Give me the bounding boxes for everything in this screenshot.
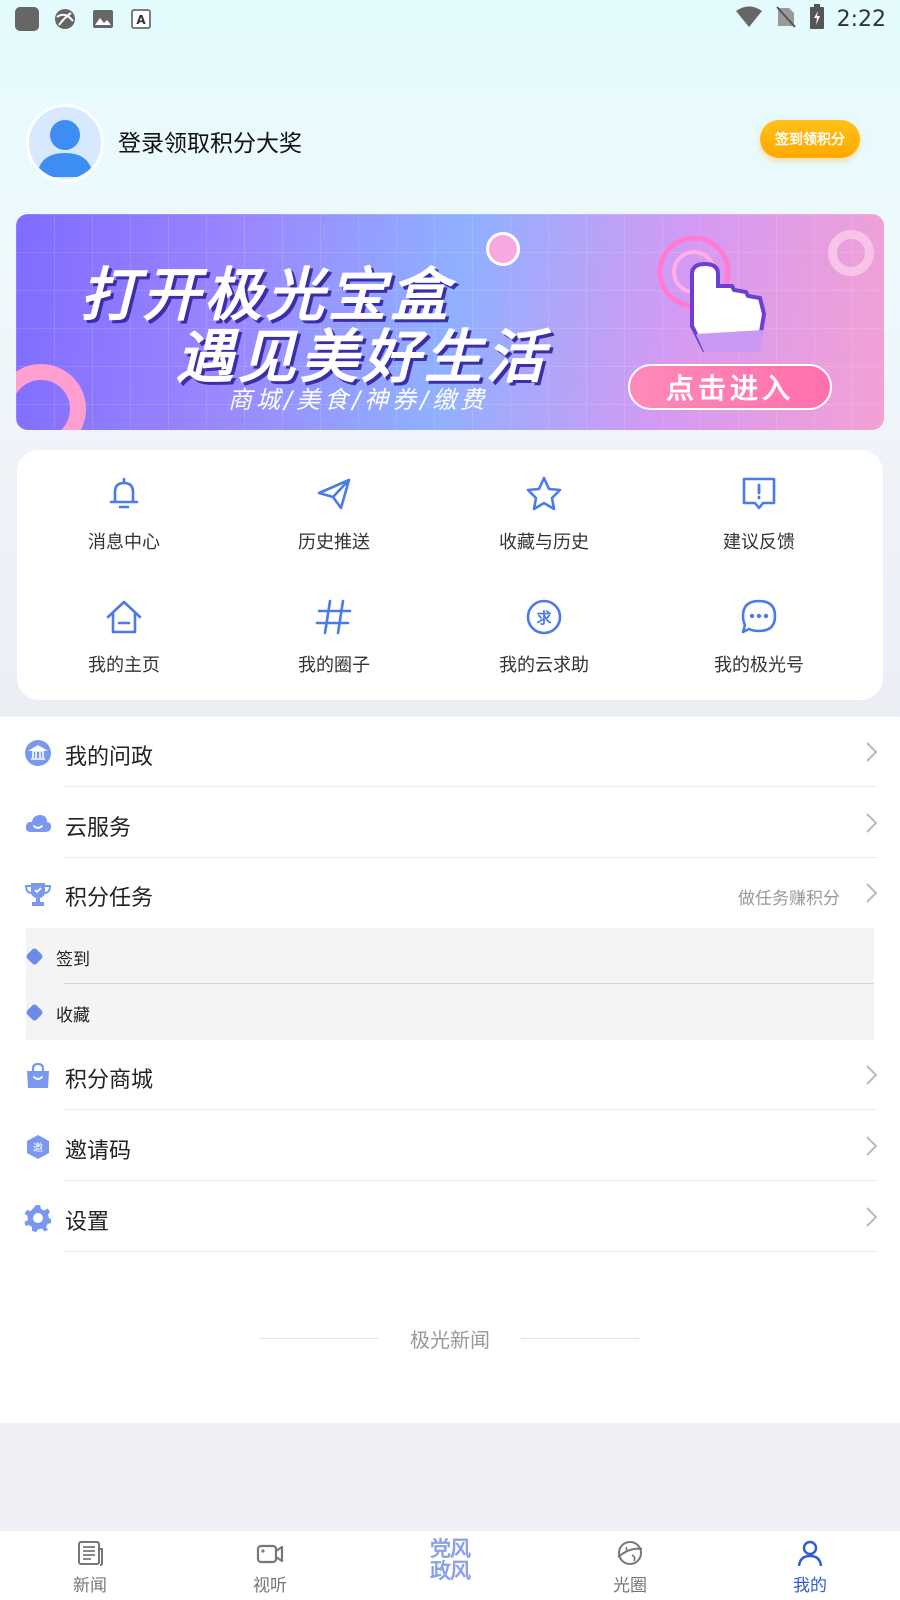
pointing-hand-icon	[657, 235, 767, 352]
cloud-icon	[25, 815, 52, 832]
image-icon	[90, 6, 116, 32]
chat-bubble-icon	[741, 599, 777, 634]
grid-item-favorites[interactable]: 收藏与历史	[444, 474, 644, 574]
grid-item-message-center[interactable]: 消息中心	[24, 474, 224, 574]
grid-item-label: 我的圈子	[298, 655, 370, 676]
bullet-icon	[25, 1003, 44, 1022]
video-icon	[256, 1544, 284, 1564]
chevron-right-icon	[866, 1207, 878, 1227]
hash-icon	[315, 599, 352, 635]
divider	[65, 1180, 878, 1181]
menu-item-label: 积分商城	[65, 1068, 154, 1093]
chevron-right-icon	[866, 883, 878, 903]
grid-item-aurora-id[interactable]: 我的极光号	[659, 597, 859, 697]
paper-plane-icon	[317, 478, 351, 510]
chevron-right-icon	[866, 813, 878, 833]
task-item-label: 签到	[56, 950, 90, 970]
nav-label: 新闻	[73, 1576, 107, 1596]
checkin-button[interactable]: 签到领积分	[760, 120, 860, 158]
font-icon: A	[128, 6, 154, 32]
divider	[65, 786, 878, 787]
footer-brand: 极光新闻	[410, 1328, 490, 1352]
grid-item-label: 消息中心	[88, 532, 160, 553]
menu-item-point-tasks[interactable]: 积分任务 做任务赚积分	[0, 858, 900, 928]
menu-item-point-mall[interactable]: 积分商城	[0, 1040, 900, 1110]
banner-ring-decoration	[828, 230, 874, 276]
globe-icon	[52, 6, 78, 32]
grid-item-label: 建议反馈	[723, 532, 795, 553]
nav-label: 我的	[793, 1576, 827, 1596]
grid-item-label: 我的极光号	[714, 655, 804, 676]
task-item-favorite[interactable]: 收藏	[25, 984, 874, 1040]
divider	[65, 1109, 878, 1110]
nav-center-line-2: 政风	[430, 1559, 471, 1583]
menu-item-label: 云服务	[65, 816, 132, 841]
app-square-icon	[14, 6, 40, 32]
menu-item-label: 我的问政	[65, 745, 154, 770]
task-sub-list: 签到 收藏	[25, 928, 874, 1040]
home-icon	[106, 600, 142, 634]
svg-text:A: A	[136, 13, 146, 27]
grid-item-label: 我的云求助	[499, 655, 589, 676]
banner-subtitle: 商城/美食/神券/缴费	[228, 386, 489, 414]
trophy-icon	[24, 883, 52, 906]
default-avatar-icon	[37, 120, 93, 177]
nav-tab-news[interactable]: 新闻	[30, 1531, 150, 1600]
status-time: 2:22	[836, 6, 886, 32]
gear-icon	[24, 1205, 51, 1232]
grid-item-push-history[interactable]: 历史推送	[234, 474, 434, 574]
invite-code-icon: 邀	[27, 1135, 49, 1159]
feedback-icon	[742, 477, 776, 510]
person-icon	[797, 1540, 823, 1567]
menu-item-inquiry[interactable]: 我的问政	[0, 717, 900, 787]
grid-item-homepage[interactable]: 我的主页	[24, 597, 224, 697]
menu-item-hint: 做任务赚积分	[738, 889, 840, 909]
promo-banner[interactable]: 打开极光宝盒 遇见美好生活 商城/美食/神券/缴费 点击进入	[16, 214, 884, 430]
newspaper-icon	[78, 1541, 103, 1566]
task-item-checkin[interactable]: 签到	[25, 928, 874, 984]
task-item-label: 收藏	[56, 1006, 90, 1026]
nav-tab-party-style[interactable]: 党风 政风	[420, 1538, 480, 1582]
status-bar: A 2:22	[0, 0, 900, 40]
avatar[interactable]	[26, 104, 104, 182]
government-icon	[25, 740, 51, 766]
no-sim-icon	[775, 5, 797, 33]
planet-icon	[617, 1541, 643, 1565]
star-icon	[526, 476, 562, 511]
grid-item-label: 历史推送	[298, 532, 370, 553]
menu-item-label: 邀请码	[65, 1139, 132, 1164]
menu-item-cloud-service[interactable]: 云服务	[0, 788, 900, 858]
grid-item-label: 我的主页	[88, 655, 160, 676]
menu-item-label: 积分任务	[65, 886, 154, 911]
nav-tab-aperture[interactable]: 光圈	[570, 1531, 690, 1600]
battery-charging-icon	[809, 4, 825, 34]
bullet-icon	[25, 947, 44, 966]
menu-item-invite-code[interactable]: 邀 邀请码	[0, 1111, 900, 1181]
menu-item-settings[interactable]: 设置	[0, 1182, 900, 1252]
nav-center-line-1: 党风	[430, 1537, 471, 1561]
grid-item-feedback[interactable]: 建议反馈	[659, 474, 859, 574]
shortcut-grid: 消息中心 历史推送 收藏与历史 建议反馈 我的主页 我的圈子 求 我的云求助 我…	[17, 450, 883, 700]
grid-item-circles[interactable]: 我的圈子	[234, 597, 434, 697]
nav-tab-media[interactable]: 视听	[210, 1531, 330, 1600]
chevron-right-icon	[866, 1065, 878, 1085]
svg-text:求: 求	[536, 609, 552, 627]
bell-icon	[109, 477, 139, 509]
divider	[65, 1251, 878, 1252]
login-prompt[interactable]: 登录领取积分大奖	[118, 124, 302, 158]
banner-enter-button[interactable]: 点击进入	[628, 364, 832, 410]
menu-item-label: 设置	[65, 1210, 110, 1235]
shopping-bag-icon	[27, 1062, 49, 1088]
grid-item-label: 收藏与历史	[499, 532, 589, 553]
banner-planet-decoration	[486, 232, 520, 266]
chevron-right-icon	[866, 1136, 878, 1156]
nav-tab-mine[interactable]: 我的	[750, 1531, 870, 1600]
help-request-icon: 求	[526, 599, 562, 635]
wifi-icon	[735, 5, 763, 33]
nav-label: 光圈	[613, 1576, 647, 1596]
chevron-right-icon	[866, 742, 878, 762]
svg-text:邀: 邀	[33, 1141, 43, 1154]
nav-label: 视听	[253, 1576, 287, 1596]
grid-item-cloud-help[interactable]: 求 我的云求助	[444, 597, 644, 697]
